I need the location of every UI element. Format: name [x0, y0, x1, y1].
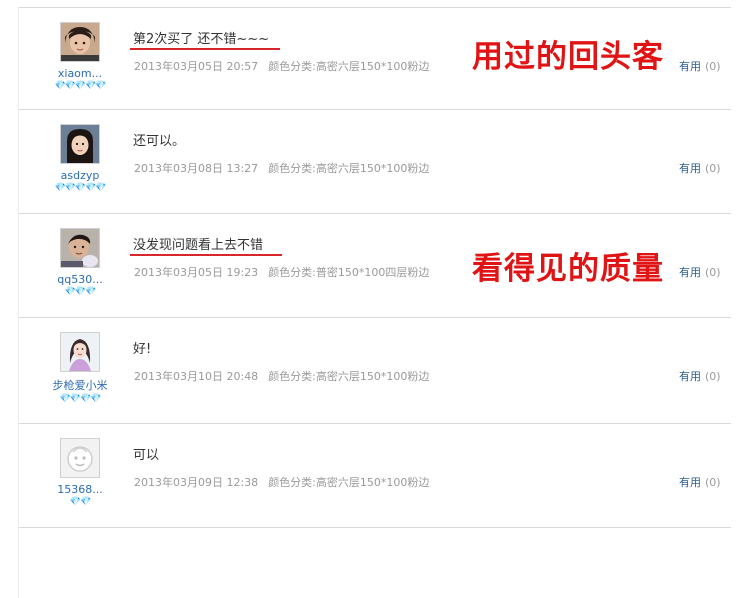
review-item: 15368... 💎💎 可以 2013年03月09日 12:38 颜色分类:高密六… [19, 423, 731, 528]
review-comment: 还可以。 [133, 134, 186, 149]
useful-count: (0) [705, 60, 721, 73]
avatar[interactable] [60, 124, 100, 164]
review-date: 2013年03月05日 19:23 [134, 266, 259, 279]
credit-hearts-icon: 💎💎💎 [64, 287, 97, 297]
useful-count: (0) [705, 370, 721, 383]
avatar-image [61, 333, 99, 371]
useful-label[interactable]: 有用 [679, 476, 701, 489]
review-comment: 好! [133, 342, 152, 357]
review-item: 步枪爱小米 💎💎💎💎 好! 2013年03月10日 20:48 颜色分类:高密六层… [19, 317, 731, 424]
review-date: 2013年03月09日 12:38 [134, 476, 259, 489]
avatar[interactable] [60, 438, 100, 478]
useful-label[interactable]: 有用 [679, 370, 701, 383]
credit-hearts-icon: 💎💎💎💎 [59, 394, 102, 404]
review-meta: 2013年03月05日 20:57 颜色分类:高密六层150*100粉边 [134, 58, 429, 74]
review-meta: 2013年03月09日 12:38 颜色分类:高密六层150*100粉边 [134, 474, 429, 490]
review-comment: 第2次买了 还不错~~~ [133, 32, 270, 47]
review-comment: 没发现问题看上去不错 [133, 238, 264, 253]
review-sku: 颜色分类:高密六层150*100粉边 [268, 476, 430, 489]
useful-label[interactable]: 有用 [679, 266, 701, 279]
useful-vote[interactable]: 有用 (0) [679, 474, 721, 490]
username[interactable]: xiaom... [32, 67, 128, 80]
useful-vote[interactable]: 有用 (0) [679, 368, 721, 384]
username[interactable]: 步枪爱小米 [32, 377, 128, 393]
review-date: 2013年03月05日 20:57 [134, 60, 259, 73]
review-date: 2013年03月10日 20:48 [134, 370, 259, 383]
credit-hearts-icon: 💎💎💎💎💎 [54, 81, 106, 91]
avatar[interactable] [60, 332, 100, 372]
useful-vote[interactable]: 有用 (0) [679, 58, 721, 74]
credit-hearts-icon: 💎💎💎💎💎 [54, 183, 106, 193]
highlight-underline [130, 254, 282, 256]
useful-vote[interactable]: 有用 (0) [679, 160, 721, 176]
promo-caption-visible-quality: 看得见的质量 [472, 251, 664, 287]
username[interactable]: asdzyp [32, 169, 128, 182]
useful-label[interactable]: 有用 [679, 60, 701, 73]
review-meta: 2013年03月05日 19:23 颜色分类:普密150*100四层粉边 [134, 264, 429, 280]
review-sku: 颜色分类:高密六层150*100粉边 [268, 60, 430, 73]
avatar[interactable] [60, 22, 100, 62]
reviewer-info: 15368... 💎💎 [32, 438, 128, 508]
review-list: xiaom... 💎💎💎💎💎 第2次买了 还不错~~~ 2013年03月05日 … [18, 7, 731, 598]
review-sku: 颜色分类:高密六层150*100粉边 [268, 370, 430, 383]
reviewer-info: asdzyp 💎💎💎💎💎 [32, 124, 128, 194]
username[interactable]: 15368... [32, 483, 128, 496]
avatar-image [61, 23, 99, 61]
review-sku: 颜色分类:普密150*100四层粉边 [268, 266, 430, 279]
reviewer-info: 步枪爱小米 💎💎💎💎 [32, 332, 128, 405]
highlight-underline [130, 48, 280, 50]
credit-hearts-icon: 💎💎 [69, 497, 91, 507]
review-meta: 2013年03月10日 20:48 颜色分类:高密六层150*100粉边 [134, 368, 429, 384]
useful-count: (0) [705, 476, 721, 489]
useful-vote[interactable]: 有用 (0) [679, 264, 721, 280]
reviewer-info: qq530... 💎💎💎 [32, 228, 128, 298]
avatar-image [61, 125, 99, 163]
reviewer-info: xiaom... 💎💎💎💎💎 [32, 22, 128, 92]
useful-label[interactable]: 有用 [679, 162, 701, 175]
promo-caption-repeat-customers: 用过的回头客 [472, 39, 664, 75]
review-sku: 颜色分类:高密六层150*100粉边 [268, 162, 430, 175]
default-avatar-icon [61, 439, 99, 477]
review-date: 2013年03月08日 13:27 [134, 162, 259, 175]
review-meta: 2013年03月08日 13:27 颜色分类:高密六层150*100粉边 [134, 160, 429, 176]
review-comment: 可以 [133, 448, 160, 463]
review-item: asdzyp 💎💎💎💎💎 还可以。 2013年03月08日 13:27 颜色分类:… [19, 109, 731, 214]
useful-count: (0) [705, 162, 721, 175]
useful-count: (0) [705, 266, 721, 279]
avatar[interactable] [60, 228, 100, 268]
avatar-image [61, 229, 99, 267]
username[interactable]: qq530... [32, 273, 128, 286]
